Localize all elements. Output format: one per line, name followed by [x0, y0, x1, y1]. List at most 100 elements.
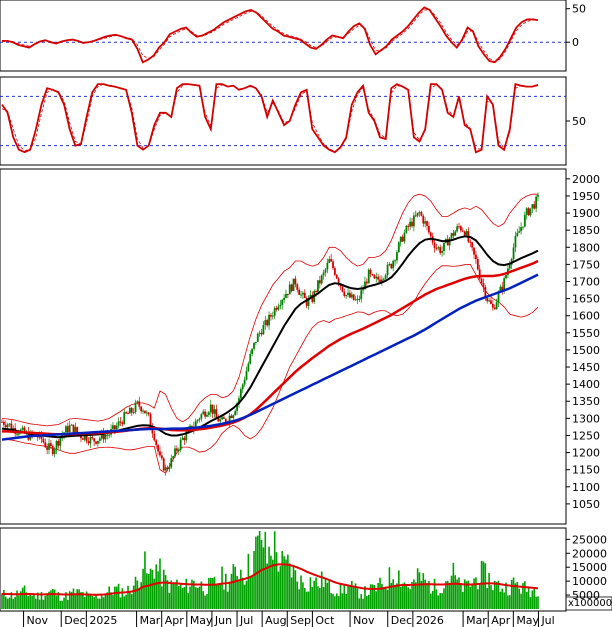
- volume-bar: [337, 596, 340, 609]
- price-ytick-label: 1800: [572, 241, 600, 254]
- volume-bar: [490, 585, 492, 609]
- volume-bar: [155, 564, 158, 609]
- volume-bar: [130, 594, 133, 609]
- volume-bar: [281, 551, 284, 609]
- volume-bar: [170, 580, 173, 609]
- candle-up: [142, 410, 144, 412]
- candle-down: [127, 413, 129, 415]
- volume-bar: [480, 560, 483, 609]
- volume-bar: [215, 584, 218, 609]
- candle-down: [57, 441, 60, 446]
- volume-bar: [322, 587, 325, 609]
- volume-bar: [507, 595, 509, 609]
- volume-bar: [140, 582, 142, 609]
- candle-down: [476, 259, 479, 270]
- volume-bar: [6, 598, 9, 609]
- volume-bar: [377, 582, 379, 609]
- x-label: Apr: [491, 614, 511, 627]
- volume-bar: [268, 546, 270, 609]
- volume-bar: [53, 589, 56, 609]
- candle-up: [418, 212, 421, 214]
- volume-bar: [279, 566, 282, 609]
- volume-bar: [379, 577, 381, 609]
- candle-up: [219, 419, 222, 422]
- volume-bar: [238, 579, 240, 609]
- candle-down: [428, 225, 430, 233]
- volume-bar: [477, 589, 479, 609]
- volume-bar: [508, 595, 511, 609]
- candle-up: [386, 264, 389, 276]
- volume-bar: [461, 591, 464, 609]
- volume-bar: [119, 597, 122, 609]
- candle-down: [260, 332, 263, 335]
- volume-bar: [399, 587, 402, 609]
- volume-bar: [285, 559, 287, 609]
- volume-bar: [202, 591, 205, 609]
- candle-up: [288, 284, 291, 295]
- candle-up: [382, 278, 385, 280]
- volume-bar: [277, 571, 280, 609]
- volume-bar: [435, 589, 438, 609]
- candle-down: [296, 284, 299, 290]
- volume-bar: [117, 583, 120, 609]
- volume-bar: [317, 586, 319, 609]
- candle-down: [266, 320, 269, 326]
- candle-down: [469, 241, 472, 243]
- candle-down: [4, 424, 7, 428]
- volume-bar: [46, 593, 48, 609]
- volume-bar: [194, 587, 197, 609]
- volume-bar: [147, 573, 150, 609]
- candle-up: [535, 196, 538, 209]
- moving-average-black: [1, 235, 539, 439]
- candle-down: [414, 215, 417, 217]
- volume-bar: [512, 577, 515, 609]
- candle-up: [441, 251, 443, 253]
- candle-down: [490, 300, 492, 304]
- volume-bar: [339, 582, 342, 609]
- candle-down: [471, 242, 474, 248]
- volume-bar: [287, 554, 289, 609]
- candle-down: [125, 412, 128, 414]
- candle-down: [493, 307, 496, 310]
- candle-up: [292, 278, 295, 291]
- candle-down: [290, 284, 293, 291]
- volume-bar: [35, 598, 37, 609]
- candle-up: [384, 275, 387, 279]
- x-label: May: [190, 614, 213, 627]
- volume-bar: [208, 577, 210, 609]
- volume-bar: [382, 588, 385, 609]
- x-label: Sep: [290, 614, 311, 627]
- candle-up: [512, 247, 515, 260]
- bollinger-lower-band: [1, 263, 539, 474]
- x-label: Jun: [214, 614, 232, 627]
- volume-bar: [132, 585, 135, 609]
- price-ytick-label: 1650: [572, 293, 600, 306]
- volume-bar: [44, 595, 47, 609]
- candle-up: [221, 417, 223, 420]
- volume-bar: [187, 593, 189, 609]
- volume-bar: [146, 573, 148, 609]
- volume-bar: [524, 581, 526, 609]
- candle-down: [335, 274, 338, 279]
- candle-up: [522, 226, 524, 228]
- candle-down: [275, 307, 278, 310]
- volume-bar: [478, 584, 481, 609]
- candle-up: [324, 269, 327, 273]
- candle-up: [326, 262, 329, 270]
- candle-down: [533, 204, 536, 209]
- candle-up: [345, 295, 348, 297]
- volume-bar: [296, 581, 299, 609]
- x-label: 2025: [89, 614, 117, 627]
- panel-frames: [0, 0, 567, 612]
- volume-bar: [144, 551, 146, 609]
- volume-bar: [452, 562, 455, 609]
- candle-down: [318, 280, 321, 284]
- volume-bar: [488, 572, 490, 609]
- volume-bar: [495, 581, 498, 609]
- price-ytick-label: 1950: [572, 190, 600, 203]
- volume-bar: [411, 581, 413, 609]
- candle-down: [439, 247, 442, 253]
- candle-down: [420, 212, 423, 216]
- volume-unit-label: x100000: [568, 598, 612, 609]
- volume-bar: [209, 577, 212, 609]
